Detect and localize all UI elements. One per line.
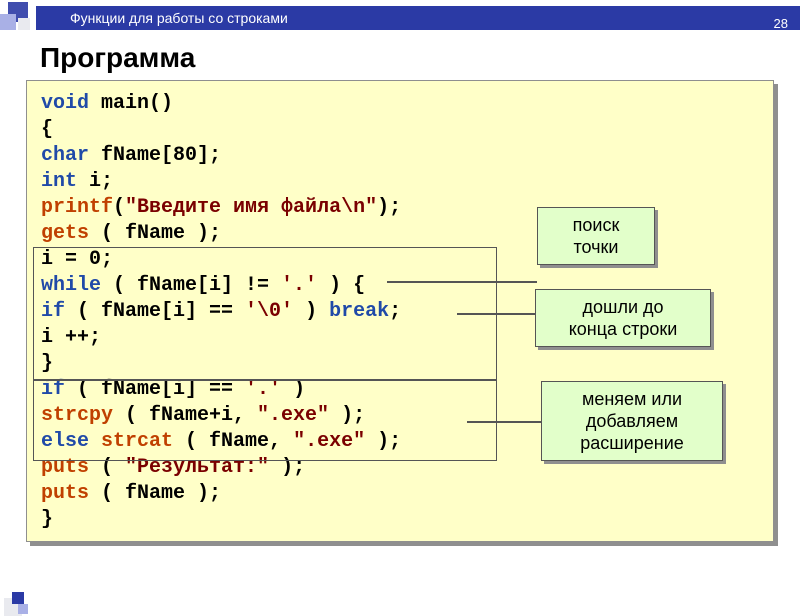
decor-square: [18, 604, 28, 614]
callout-text: конца строки: [569, 319, 678, 339]
code-line: puts ( fName );: [41, 481, 759, 507]
breadcrumb-text: Функции для работы со строками: [70, 10, 288, 26]
decor-square: [18, 18, 30, 30]
leader-line: [387, 281, 537, 283]
callout-text: добавляем: [586, 411, 678, 431]
highlight-box-ifelse: [33, 379, 497, 461]
callout-change-extension: меняем или добавляем расширение: [541, 381, 723, 461]
code-line: int i;: [41, 169, 759, 195]
code-line: }: [41, 507, 759, 533]
page-number: 28: [774, 12, 788, 36]
code-block: void main() { char fName[80]; int i; pri…: [26, 80, 774, 542]
code-line: char fName[80];: [41, 143, 759, 169]
callout-text: меняем или: [582, 389, 682, 409]
callout-text: расширение: [580, 433, 684, 453]
code-line: {: [41, 117, 759, 143]
callout-search-dot: поиск точки: [537, 207, 655, 265]
callout-text: поиск: [573, 215, 620, 235]
callout-text: точки: [574, 237, 619, 257]
callout-end-of-string: дошли до конца строки: [535, 289, 711, 347]
slide-header: Функции для работы со строками 28: [0, 0, 800, 40]
decor-square: [12, 592, 24, 604]
leader-line: [457, 313, 537, 315]
decor-square: [0, 14, 16, 30]
slide-body: void main() { char fName[80]; int i; pri…: [26, 80, 774, 542]
breadcrumb: Функции для работы со строками 28: [36, 6, 800, 30]
leader-line: [467, 421, 543, 423]
callout-text: дошли до: [582, 297, 663, 317]
page-title: Программа: [40, 42, 800, 74]
highlight-box-while: [33, 247, 497, 381]
code-line: void main(): [41, 91, 759, 117]
